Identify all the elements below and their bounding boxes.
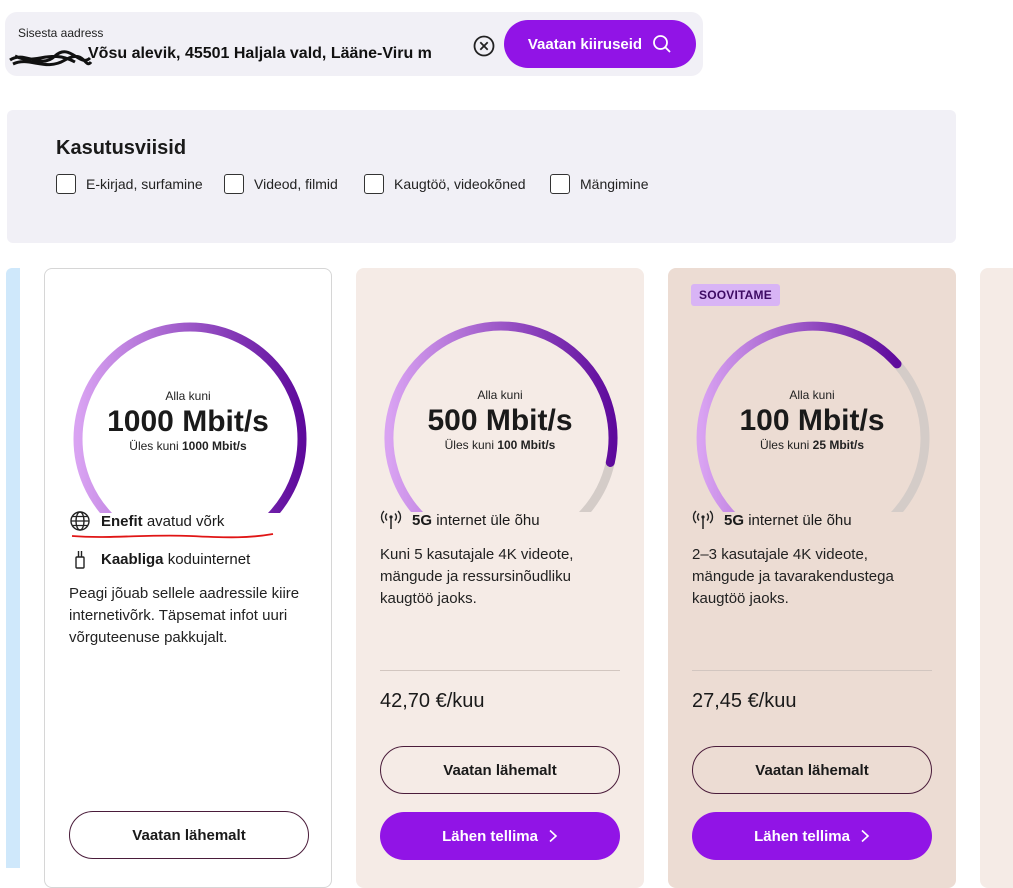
search-button-label: Vaatan kiiruseid <box>527 35 643 53</box>
plan-card-fiber: Alla kuni 1000 Mbit/s Üles kuni 1000 Mbi… <box>44 268 332 888</box>
plan-description: Peagi jõuab sellele aadressile kiire int… <box>69 585 300 646</box>
download-label: Alla kuni <box>165 389 211 403</box>
upload-speed: Üles kuni 100 Mbit/s <box>356 438 644 452</box>
gauge-track <box>578 457 615 512</box>
upload-speed: Üles kuni 1000 Mbit/s <box>45 439 331 453</box>
checkbox-label: Videod, filmid <box>254 176 338 192</box>
globe-icon <box>70 511 90 531</box>
feature-5g-bold: 5G <box>724 511 745 529</box>
upload-speed: Üles kuni 25 Mbit/s <box>668 438 956 452</box>
feature-5g: 5G internet üle õhu <box>692 509 852 531</box>
search-icon <box>653 35 671 53</box>
address-label: Sisesta aadress <box>18 26 104 40</box>
usage-option-videos[interactable]: Videod, filmid <box>224 174 338 194</box>
view-details-button[interactable]: Vaatan lähemalt <box>692 746 932 794</box>
plan-price: 27,45 €/kuu <box>692 690 797 712</box>
usage-option-remote-work[interactable]: Kaugtöö, videokõned <box>364 174 526 194</box>
download-speed: 100 Mbit/s <box>739 404 885 437</box>
order-button-label: Lähen tellima <box>442 827 538 845</box>
feature-5g-text: internet üle õhu <box>748 511 852 529</box>
checkbox[interactable] <box>56 174 76 194</box>
plan-description: 2–3 kasutajale 4K videote, mängude ja ta… <box>692 546 894 607</box>
divider <box>692 670 932 671</box>
red-underline-annotation <box>71 533 274 539</box>
upload-value: 1000 Mbit/s <box>182 439 247 453</box>
view-details-button[interactable]: Vaatan lähemalt <box>380 746 620 794</box>
order-button[interactable]: Lähen tellima <box>380 812 620 860</box>
close-circle-icon <box>473 35 495 57</box>
checkbox-label: E-kirjad, surfamine <box>86 176 203 192</box>
download-label: Alla kuni <box>789 388 835 402</box>
search-speeds-button[interactable]: Vaatan kiiruseid <box>504 20 696 68</box>
download-label: Alla kuni <box>477 388 523 402</box>
feature-network-text: avatud võrk <box>146 512 225 530</box>
usage-filter-panel: Kasutusviisid E-kirjad, surfamine Videod… <box>7 110 956 243</box>
upload-label: Üles kuni <box>129 439 179 453</box>
checkbox[interactable] <box>550 174 570 194</box>
feature-cable: Kaabliga koduinternet <box>69 548 250 570</box>
feature-cable-text: koduinternet <box>167 550 251 568</box>
feature-network: Enefit avatud võrk <box>69 510 224 532</box>
chevron-right-icon <box>549 829 558 843</box>
divider <box>380 670 620 671</box>
plan-card-5g-500: Alla kuni 500 Mbit/s Üles kuni 100 Mbit/… <box>356 268 644 888</box>
clear-address-button[interactable] <box>472 34 496 58</box>
recommended-badge: SOOVITAME <box>691 284 780 306</box>
cable-plug-icon <box>75 551 85 569</box>
plan-price: 42,70 €/kuu <box>380 690 485 712</box>
feature-5g-text: internet üle õhu <box>436 511 540 529</box>
checkbox-label: Kaugtöö, videokõned <box>394 176 526 192</box>
feature-network-bold: Enefit <box>101 512 143 530</box>
next-card-peek[interactable] <box>980 268 1013 888</box>
order-button-label: Lähen tellima <box>754 827 850 845</box>
upload-value: 100 Mbit/s <box>497 438 556 452</box>
order-button[interactable]: Lähen tellima <box>692 812 932 860</box>
feature-5g: 5G internet üle õhu <box>380 509 540 531</box>
upload-value: 25 Mbit/s <box>812 438 865 452</box>
upload-label: Üles kuni <box>759 438 810 452</box>
address-search-bar: Sisesta aadress Võsu alevik, 45501 Halja… <box>5 12 703 76</box>
antenna-icon <box>692 510 714 529</box>
redaction-scribble <box>9 50 93 67</box>
checkbox[interactable] <box>224 174 244 194</box>
feature-cable-bold: Kaabliga <box>101 550 164 568</box>
view-details-button[interactable]: Vaatan lähemalt <box>69 811 309 859</box>
feature-5g-bold: 5G <box>412 511 433 529</box>
upload-label: Üles kuni <box>444 438 494 452</box>
download-speed: 1000 Mbit/s <box>107 405 269 438</box>
usage-option-email[interactable]: E-kirjad, surfamine <box>56 174 203 194</box>
plan-description: Kuni 5 kasutajale 4K videote, mängude ja… <box>380 546 574 607</box>
usage-title: Kasutusviisid <box>56 137 187 159</box>
previous-card-peek[interactable] <box>6 268 20 868</box>
plan-card-5g-100: SOOVITAME Alla kuni 100 Mbit/s Üles kuni… <box>668 268 956 888</box>
antenna-icon <box>380 510 402 529</box>
address-value: Võsu alevik, 45501 Haljala vald, Lääne-V… <box>88 45 432 62</box>
checkbox[interactable] <box>364 174 384 194</box>
usage-option-gaming[interactable]: Mängimine <box>550 174 648 194</box>
chevron-right-icon <box>861 829 870 843</box>
download-speed: 500 Mbit/s <box>427 404 573 437</box>
checkbox-label: Mängimine <box>580 176 649 192</box>
